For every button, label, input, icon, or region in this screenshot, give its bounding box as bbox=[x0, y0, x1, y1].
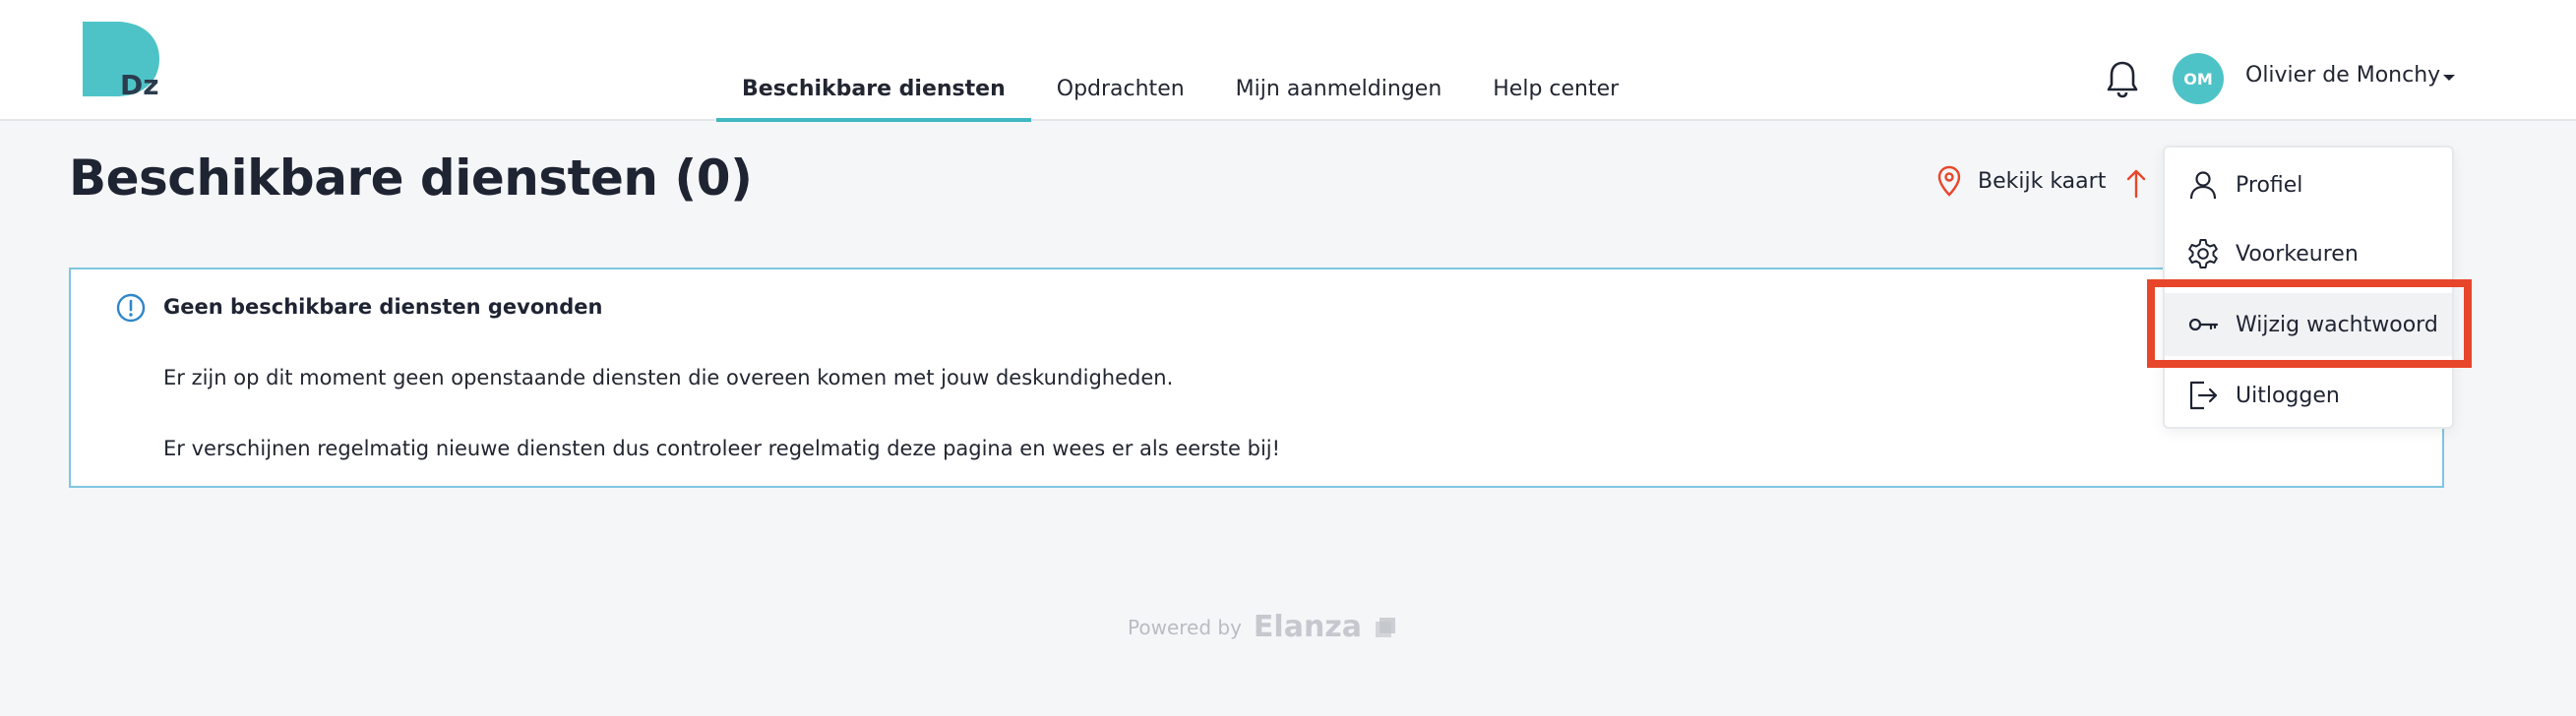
notice-line-2: Er verschijnen regelmatig nieuwe dienste… bbox=[163, 437, 1281, 460]
menu-item-uitloggen[interactable]: Uitloggen bbox=[2165, 364, 2452, 427]
map-pin-icon bbox=[1937, 165, 1961, 197]
user-name[interactable]: Olivier de Monchy bbox=[2245, 63, 2440, 88]
nav-beschikbare-diensten[interactable]: Beschikbare diensten bbox=[716, 59, 1031, 122]
nav-mijn-aanmeldingen[interactable]: Mijn aanmeldingen bbox=[1210, 59, 1468, 122]
menu-item-profiel[interactable]: Profiel bbox=[2165, 153, 2452, 216]
view-map-link[interactable]: Bekijk kaart bbox=[1936, 165, 2106, 197]
menu-item-voorkeuren[interactable]: Voorkeuren bbox=[2165, 222, 2452, 285]
notice-line-1: Er zijn op dit moment geen openstaande d… bbox=[163, 366, 1174, 389]
empty-state-notice: Geen beschikbare diensten gevonden Er zi… bbox=[69, 268, 2444, 488]
menu-label-uitloggen: Uitloggen bbox=[2236, 383, 2340, 408]
gear-icon bbox=[2188, 239, 2218, 268]
elanza-mark-icon bbox=[1376, 617, 1396, 637]
top-header: Dz Beschikbare diensten Opdrachten Mijn … bbox=[0, 0, 2576, 122]
powered-by-label: Powered by bbox=[1128, 615, 1242, 639]
logout-icon bbox=[2189, 381, 2218, 410]
caret-down-icon[interactable] bbox=[2440, 69, 2458, 87]
menu-label-profiel: Profiel bbox=[2236, 172, 2303, 198]
info-icon bbox=[116, 293, 146, 323]
main-nav: Beschikbare diensten Opdrachten Mijn aan… bbox=[716, 59, 1644, 122]
sort-arrow-icon[interactable] bbox=[2125, 167, 2147, 199]
notice-title: Geen beschikbare diensten gevonden bbox=[163, 295, 603, 319]
key-icon bbox=[2188, 318, 2219, 331]
menu-item-wijzig-wachtwoord[interactable]: Wijzig wachtwoord bbox=[2165, 293, 2452, 356]
user-icon bbox=[2189, 171, 2217, 200]
menu-label-wijzig-wachtwoord: Wijzig wachtwoord bbox=[2236, 312, 2438, 337]
nav-opdrachten[interactable]: Opdrachten bbox=[1031, 59, 1210, 122]
nav-help-center[interactable]: Help center bbox=[1467, 59, 1644, 122]
bell-icon[interactable] bbox=[2106, 59, 2139, 98]
dz-logo[interactable]: Dz bbox=[83, 22, 161, 96]
page-title: Beschikbare diensten (0) bbox=[69, 149, 753, 207]
avatar[interactable]: OM bbox=[2173, 53, 2224, 104]
elanza-logo: Elanza bbox=[1253, 610, 1363, 644]
menu-label-voorkeuren: Voorkeuren bbox=[2236, 241, 2359, 267]
logo-z: Dz bbox=[120, 69, 159, 96]
view-map-label: Bekijk kaart bbox=[1978, 168, 2107, 194]
powered-by-footer: Powered by Elanza bbox=[1128, 610, 1397, 644]
user-menu-dropdown: Profiel Voorkeuren Wijzig wachtwoord Uit… bbox=[2163, 146, 2454, 429]
